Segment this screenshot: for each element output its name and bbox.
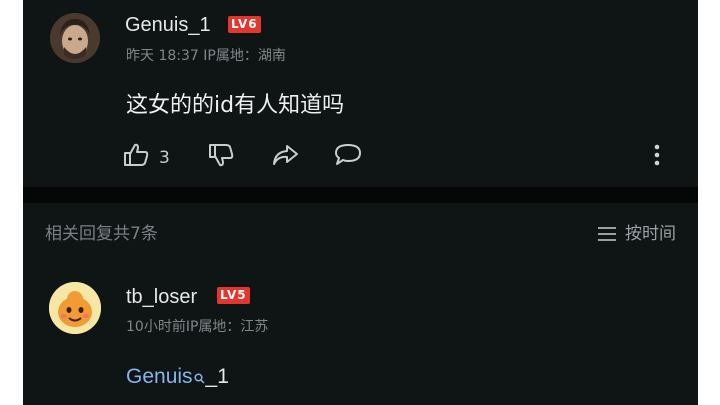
thumbs-down-icon [208, 142, 236, 173]
comment-text: 这女的的id有人知道吗 [126, 93, 345, 118]
reply-button[interactable] [333, 142, 363, 173]
mention-suffix: _1 [205, 365, 229, 388]
avatar[interactable] [49, 282, 101, 334]
username[interactable]: tb_loser [126, 285, 197, 309]
sort-list-icon [597, 226, 617, 242]
dislike-button[interactable] [208, 142, 236, 173]
search-icon [193, 365, 205, 391]
mention-name: Genuis [126, 365, 193, 388]
replies-count: 相关回复共7条 [45, 224, 158, 244]
mention-link[interactable]: Genuis _1 [126, 364, 229, 391]
sort-label: 按时间 [625, 224, 676, 244]
username[interactable]: Genuis_1 [125, 13, 211, 37]
like-count: 3 [159, 147, 170, 168]
section-divider [23, 187, 698, 203]
reply-meta: 10小时前IP属地：江苏 [126, 319, 269, 335]
share-button[interactable] [271, 142, 299, 173]
thumbs-up-icon [123, 142, 151, 173]
level-badge: LV5 [217, 287, 250, 304]
level-badge: LV6 [228, 16, 261, 33]
avatar[interactable] [50, 13, 100, 63]
like-button[interactable]: 3 [123, 142, 170, 173]
more-options-button[interactable] [653, 143, 661, 172]
more-vertical-icon [653, 143, 661, 172]
comment-thread: Genuis_1 LV6 昨天 18:37 IP属地：湖南 这女的的id有人知道… [23, 0, 698, 405]
comment-icon [333, 142, 363, 173]
comment-meta: 昨天 18:37 IP属地：湖南 [126, 48, 286, 64]
share-icon [271, 142, 299, 173]
sort-button[interactable]: 按时间 [597, 222, 676, 246]
